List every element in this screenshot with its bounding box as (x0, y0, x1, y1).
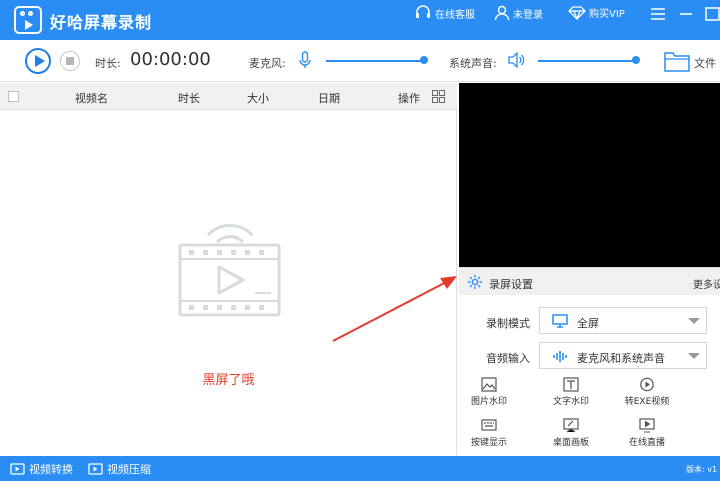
live-stream-label: 在线直播 (628, 438, 665, 448)
app-window: 好哈屏幕录制 在线客服 未登录 购买VIP 时长: 00:00:00 麦克风: … (0, 0, 720, 481)
version-label: 版本: v1 (686, 465, 718, 474)
app-title: 好哈屏幕录制 (50, 13, 153, 32)
column-header-name[interactable]: 视频名 (75, 90, 108, 106)
online-service-button[interactable]: 在线客服 (414, 5, 475, 21)
keyboard-icon (481, 419, 497, 431)
drawing-board-icon (563, 418, 579, 433)
audio-input-value: 麦克风和系统声音 (577, 352, 665, 365)
menu-icon[interactable] (648, 6, 668, 22)
folder-icon[interactable] (664, 50, 690, 72)
system-sound-label: 系统声音: (449, 57, 497, 70)
buy-vip-label: 购买VIP (589, 9, 625, 20)
column-header-size[interactable]: 大小 (247, 90, 269, 106)
text-watermark-button[interactable]: 文字水印 (541, 377, 601, 407)
microphone-icon[interactable] (299, 51, 311, 69)
video-compress-button[interactable]: 视频压缩 (88, 461, 151, 477)
image-watermark-label: 图片水印 (470, 397, 507, 407)
sound-wave-icon (553, 351, 567, 362)
record-mode-row: 录制模式 全屏 (459, 307, 720, 335)
login-label: 未登录 (513, 9, 543, 21)
column-header-actions: 操作 (398, 92, 420, 105)
buy-vip-button[interactable]: 购买VIP (568, 5, 625, 20)
online-service-label: 在线客服 (435, 9, 475, 21)
convert-exe-label: 转EXE视频 (624, 397, 670, 407)
record-settings-header: 录屏设置 更多设 (459, 267, 720, 295)
system-volume-slider[interactable] (538, 60, 636, 62)
record-mode-value: 全屏 (577, 317, 599, 330)
select-all-checkbox[interactable] (8, 91, 19, 102)
image-watermark-button[interactable]: 图片水印 (459, 377, 519, 407)
video-convert-icon (10, 463, 25, 475)
duration-label: 时长: (95, 57, 121, 70)
record-mode-select[interactable]: 全屏 (539, 307, 707, 334)
status-bar: 视频转换 视频压缩 版本: v1 (0, 456, 720, 481)
app-logo-icon (14, 6, 42, 34)
chevron-down-icon (688, 353, 700, 359)
more-settings-link[interactable]: 更多设 (693, 276, 720, 291)
key-display-button[interactable]: 按键显示 (459, 418, 519, 448)
video-compress-icon (88, 463, 103, 475)
image-icon (481, 377, 497, 392)
audio-input-row: 音频输入 麦克风和系统声音 (459, 342, 720, 370)
user-icon (494, 5, 510, 21)
minimize-icon[interactable] (676, 6, 696, 22)
open-file-label[interactable]: 文件 (694, 55, 716, 71)
annotation-arrow-icon (332, 276, 457, 342)
gear-icon (468, 275, 482, 289)
column-header-date[interactable]: 日期 (318, 90, 340, 106)
stop-record-button[interactable] (60, 51, 80, 71)
video-convert-button[interactable]: 视频转换 (10, 461, 73, 477)
text-icon (563, 377, 579, 392)
audio-input-select[interactable]: 麦克风和系统声音 (539, 342, 707, 369)
live-icon (639, 418, 655, 433)
mic-volume-slider[interactable] (326, 60, 424, 62)
speaker-icon[interactable] (508, 52, 526, 68)
key-display-label: 按键显示 (470, 438, 507, 448)
video-compress-label: 视频压缩 (107, 463, 151, 476)
convert-icon (640, 377, 654, 392)
grid-view-icon[interactable] (432, 90, 445, 103)
system-volume-handle[interactable] (632, 56, 640, 64)
diamond-icon (568, 5, 586, 20)
audio-input-label: 音频输入 (486, 352, 530, 365)
empty-list-message: 黑屏了哦 (202, 373, 255, 388)
record-mode-label: 录制模式 (486, 317, 530, 330)
recording-toolbar: 时长: 00:00:00 麦克风: 系统声音: 文件 (0, 40, 720, 82)
drawing-board-label: 桌面画板 (552, 438, 589, 448)
title-bar: 好哈屏幕录制 在线客服 未登录 购买VIP (0, 0, 720, 40)
convert-exe-button[interactable]: 转EXE视频 (617, 377, 677, 407)
video-preview (459, 83, 720, 267)
maximize-icon[interactable] (703, 6, 720, 22)
mic-label: 麦克风: (249, 57, 286, 70)
record-settings-title: 录屏设置 (489, 278, 533, 291)
column-header-duration[interactable]: 时长 (178, 90, 200, 106)
chevron-down-icon (688, 318, 700, 324)
live-stream-button[interactable]: 在线直播 (617, 418, 677, 448)
video-table-header: 视频名 时长 大小 日期 操作 (0, 83, 457, 110)
text-watermark-label: 文字水印 (552, 397, 589, 407)
timer-display: 00:00:00 (130, 49, 211, 70)
drawing-board-button[interactable]: 桌面画板 (541, 418, 601, 448)
empty-video-icon (178, 223, 281, 317)
headset-icon (416, 5, 430, 18)
login-button[interactable]: 未登录 (494, 5, 543, 21)
mic-volume-handle[interactable] (420, 56, 428, 64)
monitor-icon (552, 314, 568, 328)
start-record-button[interactable] (25, 48, 51, 74)
video-convert-label: 视频转换 (29, 463, 73, 476)
